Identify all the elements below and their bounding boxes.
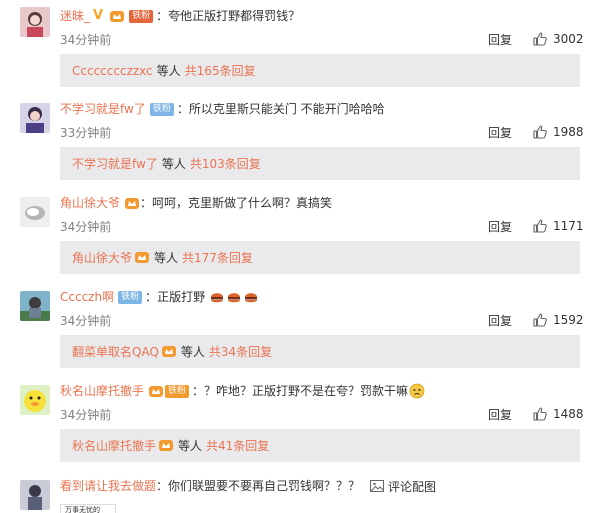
sub-reply-more: 等人: [180, 345, 205, 359]
like-button[interactable]: 1171: [532, 217, 584, 235]
like-count: 1171: [553, 219, 584, 233]
thumbs-up-icon: [533, 407, 547, 421]
avatar[interactable]: [20, 291, 50, 321]
vip-crown-icon: [159, 440, 174, 451]
sub-reply-more: 等人: [154, 251, 179, 265]
thumbs-up-icon: [533, 219, 547, 233]
avatar[interactable]: [20, 385, 50, 415]
comment-line: 秋名山摩托撤手 铁粉 ：？咋地？正版打野不是在夸？罚款干嘛: [60, 382, 425, 400]
comment-time: 33分钟前: [60, 126, 112, 140]
comment-username[interactable]: 角山徐大爷: [60, 194, 120, 212]
reply-button[interactable]: 回复: [488, 407, 512, 423]
like-button[interactable]: 1988: [532, 123, 584, 141]
comment-text: ：你们联盟要不要再自己罚钱啊？？？: [156, 479, 361, 493]
comment-username[interactable]: 不学习就是fw了: [60, 100, 146, 118]
verified-v-icon: V: [93, 8, 104, 23]
comment-image-thumbnail[interactable]: 万事无忧的: [60, 504, 116, 513]
sub-reply-total[interactable]: 共34条回复: [209, 343, 272, 360]
comment-time: 34分钟前: [60, 408, 112, 422]
sub-replies[interactable]: 秋名山摩托撤手 等人 共41条回复: [60, 429, 580, 462]
vip-crown-icon: [135, 252, 150, 263]
comment-username[interactable]: 秋名山摩托撤手: [60, 382, 144, 400]
reply-button[interactable]: 回复: [488, 219, 512, 235]
sub-reply-more: 等人: [161, 157, 186, 171]
comment-text: ：所以克里斯只能关门 不能开门哈哈哈: [176, 102, 385, 116]
avatar[interactable]: [20, 480, 50, 510]
sub-reply-total[interactable]: 共103条回复: [190, 155, 261, 172]
comment-text: ：呵呵，克里斯做了什么啊？真搞笑: [140, 196, 333, 210]
vip-crown-icon: [125, 197, 140, 209]
fan-badge: 铁粉: [165, 384, 190, 398]
reply-button[interactable]: 回复: [488, 125, 512, 141]
burger-emoji-icon: [211, 293, 224, 303]
fan-badge: 铁粉: [149, 102, 174, 116]
sub-reply-user[interactable]: 角山徐大爷: [72, 249, 132, 266]
comment-username[interactable]: 迷昧_: [60, 7, 90, 25]
worried-face-emoji-icon: [409, 383, 425, 399]
image-icon: [370, 480, 384, 492]
burger-emoji-icon: [228, 293, 241, 303]
comment-line: 角山徐大爷 ：呵呵，克里斯做了什么啊？真搞笑: [60, 194, 332, 212]
fan-badge: 铁粉: [129, 9, 154, 23]
sub-replies[interactable]: Cccccccczzxc 等人 共165条回复: [60, 54, 580, 87]
fan-badge: 铁粉: [118, 290, 143, 304]
like-button[interactable]: 3002: [532, 30, 584, 48]
sub-reply-user[interactable]: Cccccccczzxc: [72, 64, 153, 78]
comment-line: 迷昧_ V 铁粉 ：夸他正版打野都得罚钱？: [60, 7, 300, 25]
like-button[interactable]: 1592: [532, 311, 584, 329]
sub-replies[interactable]: 翻菜单取名QAQ 等人 共34条回复: [60, 335, 580, 368]
comment-line: 不学习就是fw了 铁粉 ：所以克里斯只能关门 不能开门哈哈哈: [60, 100, 385, 118]
like-count: 1592: [553, 313, 584, 327]
comment-image-link[interactable]: 评论配图: [370, 477, 436, 495]
vip-crown-icon: [149, 385, 164, 397]
sub-reply-user[interactable]: 翻菜单取名QAQ: [72, 343, 159, 360]
comment-time: 34分钟前: [60, 314, 112, 328]
like-count: 3002: [553, 32, 584, 46]
sub-reply-more: 等人: [178, 439, 203, 453]
comment-text: ：夸他正版打野都得罚钱？: [156, 9, 301, 23]
comment-image-label: 评论配图: [388, 479, 437, 494]
sub-replies[interactable]: 角山徐大爷 等人 共177条回复: [60, 241, 580, 274]
vip-crown-icon: [161, 346, 176, 357]
like-count: 1988: [553, 125, 584, 139]
comment-line: 看到请让我去做题 ：你们联盟要不要再自己罚钱啊？？？: [60, 477, 360, 495]
thumbs-up-icon: [533, 125, 547, 139]
sub-reply-user[interactable]: 不学习就是fw了: [72, 155, 158, 172]
sub-reply-more: 等人: [156, 64, 181, 78]
comment-time: 34分钟前: [60, 33, 112, 47]
avatar[interactable]: [20, 7, 50, 37]
comment-username[interactable]: 看到请让我去做题: [60, 477, 156, 495]
burger-emoji-icon: [245, 293, 258, 303]
reply-button[interactable]: 回复: [488, 32, 512, 48]
sub-reply-total[interactable]: 共177条回复: [182, 249, 253, 266]
like-count: 1488: [553, 407, 584, 421]
thumbs-up-icon: [533, 32, 547, 46]
avatar[interactable]: [20, 197, 50, 227]
comment-username[interactable]: Cccczh啊: [60, 288, 114, 306]
sub-replies[interactable]: 不学习就是fw了 等人 共103条回复: [60, 147, 580, 180]
sub-reply-total[interactable]: 共41条回复: [206, 437, 269, 454]
reply-button[interactable]: 回复: [488, 313, 512, 329]
like-button[interactable]: 1488: [532, 405, 584, 423]
comment-text: ：正版打野: [145, 290, 206, 304]
comment-time: 34分钟前: [60, 220, 112, 234]
vip-crown-icon: [110, 10, 125, 22]
sub-reply-total[interactable]: 共165条回复: [185, 62, 256, 79]
avatar[interactable]: [20, 103, 50, 133]
comment-text: ：？咋地？正版打野不是在夸？罚款干嘛: [192, 384, 409, 398]
thumbs-up-icon: [533, 313, 547, 327]
comment-line: Cccczh啊 铁粉 ：正版打野: [60, 288, 259, 306]
sub-reply-user[interactable]: 秋名山摩托撤手: [72, 437, 156, 454]
